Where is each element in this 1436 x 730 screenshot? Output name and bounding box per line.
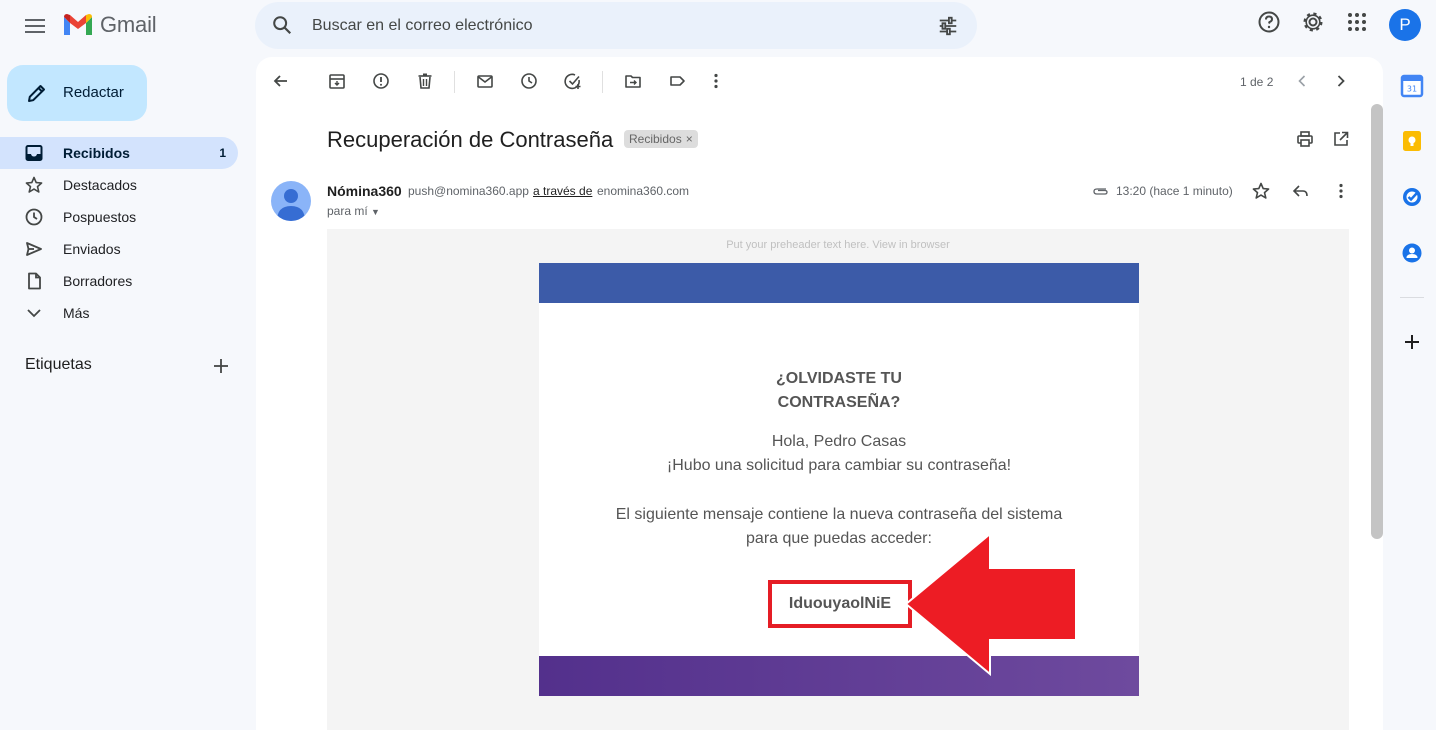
clock-icon (25, 208, 43, 226)
sender-avatar[interactable] (271, 181, 311, 221)
newer-chevron-left-icon[interactable] (1292, 71, 1312, 91)
search-options-icon[interactable] (937, 15, 959, 37)
sidebar-nav: Recibidos 1 Destacados Pospuestos Enviad… (0, 137, 240, 329)
top-bar: Gmail P (0, 0, 1436, 52)
sidebar-item-sent[interactable]: Enviados (0, 233, 238, 265)
hamburger-icon (25, 19, 45, 33)
move-to-icon[interactable] (623, 71, 643, 91)
contacts-icon[interactable] (1400, 241, 1424, 265)
calendar-icon[interactable]: 31 (1400, 74, 1424, 98)
toolbar-divider (602, 71, 603, 93)
sidebar-item-drafts[interactable]: Borradores (0, 265, 238, 297)
via-link[interactable]: a través de (533, 184, 592, 198)
sidebar-item-label: Recibidos (63, 145, 130, 161)
svg-text:31: 31 (1407, 85, 1417, 94)
request-text: ¡Hubo una solicitud para cambiar su cont… (666, 457, 1012, 474)
more-options-icon[interactable] (706, 71, 726, 91)
star-icon (25, 176, 43, 193)
search-input[interactable] (312, 15, 912, 37)
email-body: Put your preheader text here. View in br… (327, 229, 1349, 730)
received-time: 13:20 (hace 1 minuto) (1116, 184, 1233, 198)
preheader-text[interactable]: Put your preheader text here. View in br… (327, 239, 1349, 251)
sidebar-item-more[interactable]: Más (0, 297, 238, 329)
keep-icon[interactable] (1400, 129, 1424, 153)
pencil-icon (28, 85, 45, 102)
print-icon[interactable] (1295, 129, 1315, 149)
tasks-icon[interactable] (1400, 185, 1424, 209)
back-arrow-icon[interactable] (271, 71, 291, 91)
toolbar-divider (454, 71, 455, 93)
settings-icon[interactable] (1301, 10, 1325, 34)
add-task-icon[interactable] (563, 71, 583, 91)
greeting-text: Hola, Pedro Casas (771, 433, 907, 450)
sidebar-item-snoozed[interactable]: Pospuestos (0, 201, 238, 233)
mark-unread-icon[interactable] (475, 71, 495, 91)
new-password: IduouyaolNiE (768, 580, 912, 628)
send-icon (26, 242, 42, 256)
sidebar-item-label: Pospuestos (63, 209, 137, 225)
delete-icon[interactable] (415, 71, 435, 91)
sidebar-item-inbox[interactable]: Recibidos 1 (0, 137, 238, 169)
email-header-banner (539, 263, 1139, 303)
snooze-icon[interactable] (519, 71, 539, 91)
star-icon[interactable] (1251, 181, 1271, 201)
caret-down-icon: ▼ (371, 207, 380, 217)
sidebar-item-label: Más (63, 305, 90, 321)
rail-divider (1400, 297, 1424, 298)
sidebar-item-label: Enviados (63, 241, 121, 257)
person-icon (277, 189, 305, 221)
logo-text: Gmail (100, 12, 157, 37)
red-arrow-annotation (904, 532, 1077, 676)
gmail-m-icon (64, 14, 92, 35)
message-view: 1 de 2 Recuperación de Contraseña Recibi… (256, 57, 1383, 730)
label-chip-text: Recibidos (629, 132, 682, 146)
compose-label: Redactar (63, 84, 124, 101)
label-icon[interactable] (667, 71, 687, 91)
message-more-icon[interactable] (1331, 181, 1351, 201)
pagination-text: 1 de 2 (1240, 75, 1274, 89)
labels-heading: Etiquetas (25, 356, 92, 373)
sender-email: push@nomina360.app (408, 184, 529, 198)
archive-icon[interactable] (327, 71, 347, 91)
unread-count: 1 (219, 146, 226, 160)
inbox-icon (25, 145, 43, 161)
account-avatar[interactable]: P (1389, 9, 1421, 41)
email-subject: Recuperación de Contraseña (327, 127, 614, 152)
search-bar[interactable] (255, 2, 977, 49)
apps-grid-icon[interactable] (1345, 10, 1369, 34)
help-icon[interactable] (1257, 10, 1281, 34)
recipient-details[interactable]: para mí ▼ (327, 204, 380, 218)
via-domain: enomina360.com (597, 184, 690, 198)
heading-line: ¿OLVIDASTE TU (776, 370, 902, 387)
report-spam-icon[interactable] (371, 71, 391, 91)
draft-icon (28, 272, 41, 290)
get-addons-plus-icon[interactable] (1400, 330, 1424, 354)
recipient-text: para mí (327, 204, 368, 218)
info-text: El siguiente mensaje contiene la nueva c… (615, 506, 1063, 523)
open-new-window-icon[interactable] (1331, 129, 1351, 149)
message-scrollbar[interactable] (1371, 104, 1383, 539)
remove-label-icon[interactable]: × (686, 132, 693, 146)
gmail-logo[interactable]: Gmail (62, 12, 157, 38)
chevron-down-icon (27, 309, 41, 318)
sidebar-item-label: Destacados (63, 177, 137, 193)
sender-name[interactable]: Nómina360 (327, 183, 402, 199)
older-chevron-right-icon[interactable] (1331, 71, 1351, 91)
attachment-icon (1093, 188, 1108, 195)
reply-icon[interactable] (1291, 181, 1311, 201)
email-heading: ¿OLVIDASTE TU CONTRASEÑA? (539, 367, 1139, 415)
add-label-icon[interactable] (211, 356, 231, 376)
main-menu-button[interactable] (20, 11, 50, 41)
sidebar-item-starred[interactable]: Destacados (0, 169, 238, 201)
sidebar-item-label: Borradores (63, 273, 133, 289)
heading-line: CONTRASEÑA? (777, 394, 901, 411)
search-icon[interactable] (271, 14, 293, 36)
inbox-label-chip[interactable]: Recibidos × (624, 130, 698, 148)
compose-button[interactable]: Redactar (7, 65, 147, 121)
